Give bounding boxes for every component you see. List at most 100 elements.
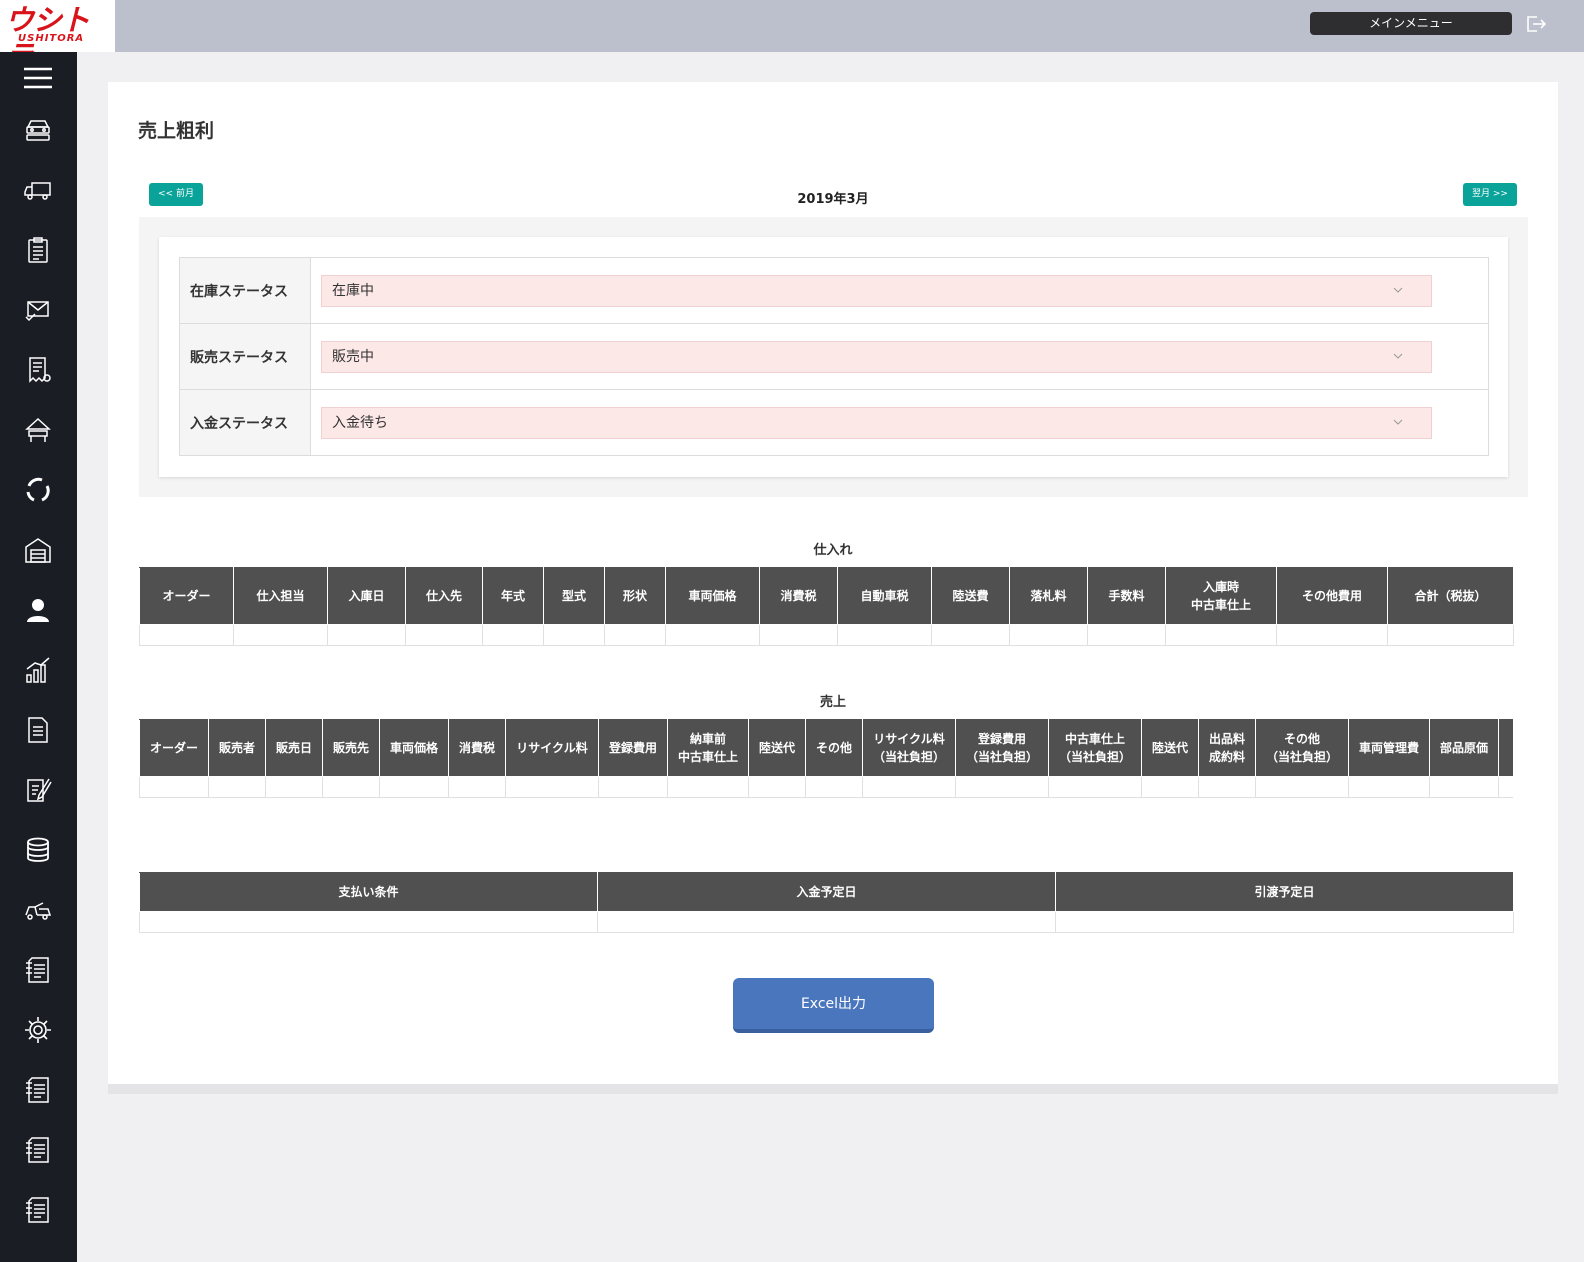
column-header: 販売日: [265, 719, 323, 777]
table-cell: [955, 776, 1049, 798]
table-cell: [805, 776, 863, 798]
next-month-button[interactable]: 翌月 >>: [1463, 183, 1517, 206]
filter-box: 在庫ステータス 在庫中 販売ステータス 販売中 入金ステータス 入金待ち: [159, 237, 1508, 477]
column-header: 合計（税抜）: [1387, 567, 1514, 625]
column-header-line1: 仕入先: [425, 589, 462, 603]
column-header-line2: （当社負担）: [965, 750, 1038, 764]
column-header: 陸送費: [931, 567, 1010, 625]
column-header-line1: 車両管理費: [1358, 741, 1419, 755]
cycle-icon[interactable]: [22, 474, 54, 506]
table-cell: [1387, 624, 1514, 646]
column-header-line2: 成約料: [1208, 750, 1245, 764]
chevron-down-icon: [1393, 419, 1403, 425]
table-cell: [837, 624, 932, 646]
column-header-line1: 納車前: [689, 732, 726, 746]
table-cell: [233, 624, 328, 646]
sales-table-wrap[interactable]: オーダー 販売者 販売日 販売先 車両価格 消費税 リサイクル料 登録費用 納車前 中古車仕上 陸送…: [139, 719, 1513, 799]
payment-status-select[interactable]: 入金待ち: [321, 406, 1432, 439]
column-header: 型式: [543, 567, 605, 625]
doc-list-icon[interactable]: [22, 954, 54, 986]
chart-icon[interactable]: [22, 654, 54, 686]
warehouse-icon[interactable]: [22, 534, 54, 566]
table-cell: [543, 624, 605, 646]
table-cell: [1165, 624, 1277, 646]
mail-check-icon[interactable]: [22, 294, 54, 326]
column-header: 引渡予定日: [1055, 872, 1514, 912]
column-header-line1: オーダー: [162, 589, 211, 603]
column-header-line1: 消費税: [780, 589, 817, 603]
excel-export-button[interactable]: Excel出力: [733, 978, 934, 1033]
table-cell: [405, 624, 483, 646]
column-header: 消費税: [759, 567, 838, 625]
table-row: [139, 776, 1513, 798]
table-cell: [931, 624, 1010, 646]
column-header-line1: 自動車税: [860, 589, 909, 603]
logo[interactable]: ウシトラ USHITORA: [0, 0, 115, 73]
table-cell: [1429, 776, 1499, 798]
table-cell: [1141, 776, 1199, 798]
top-bar: ウシトラ USHITORA メインメニュー: [0, 0, 1584, 73]
stock-status-select[interactable]: 在庫中: [321, 274, 1432, 307]
column-header-line1: 消費税: [458, 741, 495, 755]
column-header-line1: 陸送代: [1151, 741, 1188, 755]
main-card: 売上粗利 << 前月 2019年3月 翌月 >> 在庫ステータス 在庫中 販売ス…: [108, 82, 1558, 1094]
car-stack-icon[interactable]: [22, 114, 54, 146]
table-cell: [1255, 776, 1349, 798]
database-icon[interactable]: [22, 834, 54, 866]
column-header-line1: 登録費用: [608, 741, 657, 755]
column-header: 入金予定日: [597, 872, 1056, 912]
main-menu-button[interactable]: メインメニュー: [1310, 12, 1512, 35]
table-cell: [665, 624, 760, 646]
filter-row-payment: 入金ステータス 入金待ち: [179, 389, 1489, 456]
column-header-line1: 販売者: [218, 741, 255, 755]
column-header: 出品料 成約料: [1198, 719, 1256, 777]
column-header-line1: 合計（税抜）: [1414, 589, 1487, 603]
table-cell: [604, 624, 666, 646]
table-cell: [667, 776, 749, 798]
filter-row-sales: 販売ステータス 販売中: [179, 323, 1489, 390]
doc-list-icon[interactable]: [22, 1134, 54, 1166]
logout-icon[interactable]: [1525, 14, 1547, 34]
doc-list-icon[interactable]: [22, 1074, 54, 1106]
table-row: [139, 624, 1514, 646]
table-cell: [1009, 624, 1088, 646]
column-header: その他: [805, 719, 863, 777]
sales-status-label: 販売ステータス: [179, 323, 311, 390]
table-cell: [448, 776, 506, 798]
clipboard-icon[interactable]: [22, 234, 54, 266]
column-header: 部品原価: [1429, 719, 1499, 777]
document-icon[interactable]: [22, 714, 54, 746]
column-header-line1: ク: [1500, 739, 1514, 757]
column-header-line1: 陸送費: [952, 589, 989, 603]
user-icon[interactable]: [22, 594, 54, 626]
column-header-line1: 出品料: [1208, 732, 1245, 746]
sales-title: 売上: [819, 695, 846, 710]
column-header: その他費用: [1276, 567, 1388, 625]
purchase-title: 仕入れ: [813, 543, 853, 558]
edit-icon[interactable]: [22, 774, 54, 806]
column-header: 登録費用: [598, 719, 668, 777]
gear-icon[interactable]: [22, 1014, 54, 1046]
truck-icon[interactable]: [22, 174, 54, 206]
chevron-down-icon: [1393, 353, 1403, 359]
auction-icon[interactable]: [22, 414, 54, 446]
receipt-icon[interactable]: [22, 354, 54, 386]
column-header-line1: その他費用: [1301, 589, 1362, 603]
table-cell: [505, 776, 599, 798]
stock-status-label: 在庫ステータス: [179, 257, 311, 324]
sidebar: [0, 52, 77, 1262]
table-cell: [862, 776, 956, 798]
column-header-line2: （当社負担）: [872, 750, 945, 764]
sales-status-select[interactable]: 販売中: [321, 340, 1432, 373]
doc-list-icon[interactable]: [22, 1194, 54, 1226]
menu-icon[interactable]: [22, 62, 54, 94]
column-header-line1: 部品原価: [1439, 741, 1488, 755]
column-header: 車両管理費: [1348, 719, 1430, 777]
table-row: [139, 911, 1514, 933]
column-header: オーダー: [139, 567, 234, 625]
column-header: リサイクル料 （当社負担）: [862, 719, 956, 777]
table-cell: [322, 776, 380, 798]
column-header: 中古車仕上 （当社負担）: [1048, 719, 1142, 777]
column-header-line1: 中古車仕上: [1064, 732, 1125, 746]
tow-truck-icon[interactable]: [22, 894, 54, 926]
